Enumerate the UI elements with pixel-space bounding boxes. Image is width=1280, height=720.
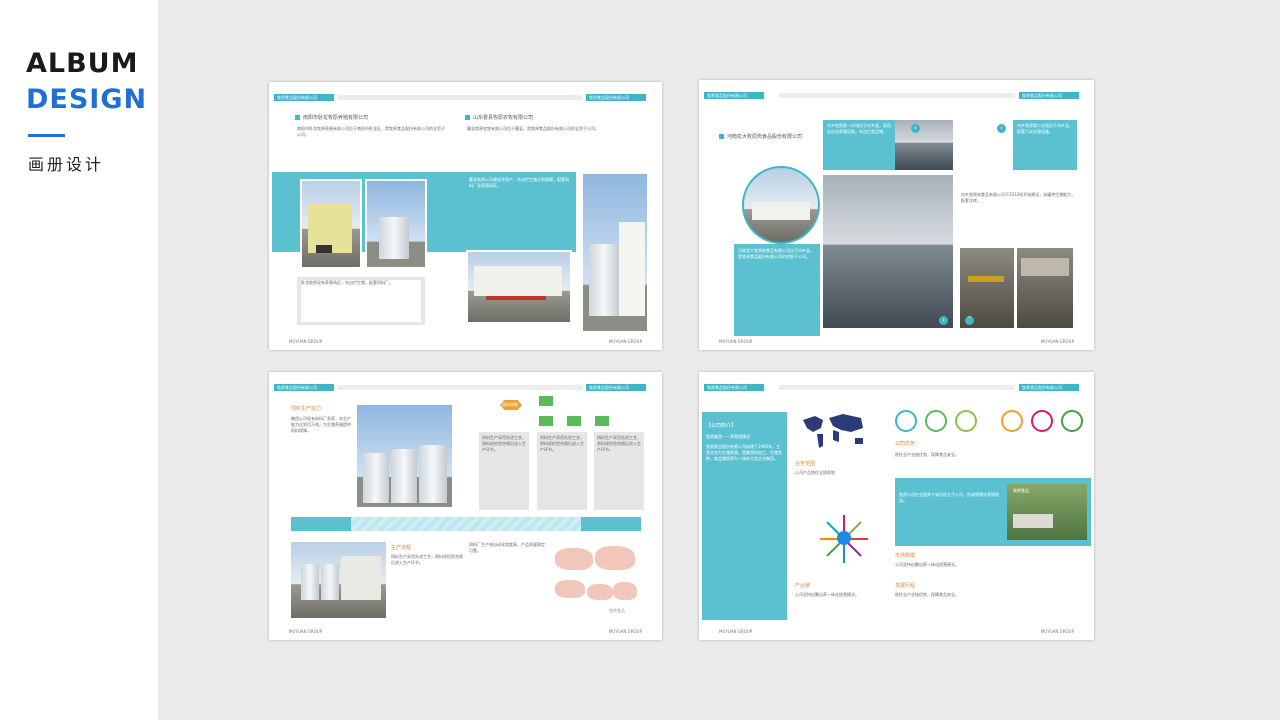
title-accent-bar (28, 134, 65, 137)
square-icon (719, 134, 724, 139)
square-icon (465, 115, 470, 120)
ring-icon-6 (1061, 410, 1083, 432)
right-text: 内乡牧原肉食品有限公司于2013年开始建设，年屠宰生猪能力，配套冷库。 (961, 192, 1076, 203)
right-heading: 山东曹县牧原农牧有限公司 (465, 114, 533, 121)
hub-diagram (817, 512, 871, 566)
footer-right: MUYUAN GROUP (608, 339, 642, 344)
heading-e: 发展历程 (895, 583, 916, 589)
design-title: DESIGN (26, 84, 148, 115)
watermark: 牧原食品 (609, 608, 625, 613)
heading-b: 产业链 (795, 583, 811, 589)
flow-node-1 (539, 396, 553, 406)
farm-photo-label: 牧原食品 (1013, 488, 1029, 493)
intro-text: 牧原食品股份有限公司始建于1992年，主营业务为生猪养殖，是集饲料加工、生猪育种… (706, 444, 782, 461)
ring-icon-3 (955, 410, 977, 432)
header-right: 牧原食品股份有限公司 (586, 384, 646, 391)
interior-photo (1017, 248, 1073, 328)
footer-right: MUYUAN GROUP (1040, 339, 1074, 344)
header-strip (779, 93, 1015, 98)
header-left: 牧原食品股份有限公司 (704, 384, 764, 391)
footer-right: MUYUAN GROUP (608, 629, 642, 634)
text-a: 公司坚持自繁自养一体化经营模式。 (795, 592, 859, 597)
square-icon (295, 115, 300, 120)
footer-right: MUYUAN GROUP (1040, 629, 1074, 634)
intro-subtitle: 牧原集团——养殖规模化 (706, 434, 750, 439)
left-text: 集团公司现有饲料厂多家，年生产能力达到百万吨，为生猪养殖提供饲料保障。 (291, 416, 351, 433)
spread-1[interactable]: 牧原食品股份有限公司 牧原食品股份有限公司 南阳市卧龙牧原养殖有限公司 南阳市卧… (269, 82, 662, 350)
header-strip (779, 385, 1015, 390)
heading: 饲料生产能力 (291, 406, 322, 412)
header-right: 牧原食品股份有限公司 (1019, 384, 1079, 391)
heading-d: 市场规模 (895, 553, 916, 559)
sidebar: ALBUM DESIGN 画册设计 (0, 0, 158, 720)
header-left: 牧原食品股份有限公司 (274, 384, 334, 391)
flow-node-4 (595, 416, 609, 426)
column-3-text: 饲料生产采用先进工艺，原料经检验合格后进入生产环节。 (597, 435, 641, 452)
spread-3[interactable]: 牧原食品股份有限公司 牧原食品股份有限公司 饲料生产能力 集团公司现有饲料厂多家… (269, 372, 662, 640)
barn-photo (895, 120, 953, 170)
ring-icon-2 (925, 410, 947, 432)
footer-left: MUYUAN GROUP (289, 339, 323, 344)
map-caption: 公司产品销往全国各地 (795, 470, 835, 475)
ring-icon-1 (895, 410, 917, 432)
flow-start-label: 原料采购 (502, 402, 518, 407)
circle-text: 河南龙大牧原肉食品有限公司位于内乡县，是牧原食品股份有限公司的控股子公司。 (738, 248, 814, 259)
bottom-text-1: 饲料厂生产线自动化程度高，产品质量稳定可靠。 (469, 542, 545, 553)
chevron-down-icon[interactable]: ˅ (965, 316, 974, 325)
next-arrow-icon[interactable]: › (939, 316, 948, 325)
text-b: 依托全产业链优势，保障食品安全。 (895, 452, 959, 457)
text-c: 公司坚持自繁自养一体化经营模式。 (895, 562, 959, 567)
circle-photo (742, 166, 820, 244)
teal-text: 曹县牧原公司建成并投产，年出栏生猪达到规模，配套饲料厂及养殖场区。 (469, 177, 569, 188)
process-text: 饲料生产采用先进工艺，原料经检验合格后进入生产环节。 (391, 554, 463, 565)
ring-icon-5 (1031, 410, 1053, 432)
left-heading: 南阳市卧龙牧原养殖有限公司 (295, 114, 368, 121)
flow-node-2 (539, 416, 553, 426)
silo-photo (365, 179, 427, 269)
building-photo (300, 179, 362, 269)
band-right (581, 517, 641, 531)
caption-text: 卧龙牧原现有养殖场区，年出栏生猪，配套饲料厂。 (301, 280, 421, 322)
intro-title: 【公司简介】 (706, 423, 737, 429)
band-left (291, 517, 351, 531)
chevron-right-icon[interactable]: › (997, 124, 1006, 133)
teal-box-2-text: 内乡牧原第二分场位于内乡县，配套污水处理设施。 (1017, 123, 1073, 134)
tall-silo-photo (583, 174, 647, 331)
footer-left: MUYUAN GROUP (289, 629, 323, 634)
flow-node-3 (567, 416, 581, 426)
text-d: 依托全产业链优势，保障食品安全。 (895, 592, 959, 597)
column-2-text: 饲料生产采用先进工艺，原料经检验合格后进入生产环节。 (540, 435, 584, 452)
pigs-photo: 牧原食品 (551, 542, 641, 618)
header-right: 牧原食品股份有限公司 (1019, 92, 1079, 99)
footer-left: MUYUAN GROUP (719, 629, 753, 634)
heading-2: 生产流程 (391, 545, 412, 551)
heading-a: 业务范围 (795, 461, 816, 467)
spread-4[interactable]: 牧原食品股份有限公司 牧原食品股份有限公司 【公司简介】 牧原集团——养殖规模化… (699, 372, 1094, 640)
heading-c: 公司优势 (895, 441, 916, 447)
header-right: 牧原食品股份有限公司 (586, 94, 646, 101)
silo-photo (357, 405, 452, 507)
world-map (799, 410, 869, 450)
band-middle (351, 517, 581, 531)
plant-photo (291, 542, 386, 618)
spread-2[interactable]: 牧原食品股份有限公司 牧原食品股份有限公司 河南龙大牧原肉食品股份有限公司 河南… (699, 80, 1094, 350)
column-1-text: 饲料生产采用先进工艺，原料经检验合格后进入生产环节。 (482, 435, 526, 452)
prev-arrow-icon[interactable]: ‹ (911, 124, 920, 133)
left-text: 南阳市卧龙牧原养殖有限公司位于南阳市卧龙区，是牧原食品股份有限公司的全资子公司。 (297, 126, 445, 137)
header-strip (337, 95, 583, 100)
teal-box-1-text: 内乡牧原第一分场位于内乡县，采用自动化养殖设备，年出栏商品猪。 (827, 123, 891, 134)
footer-left: MUYUAN GROUP (719, 339, 753, 344)
factory-photo (466, 250, 572, 324)
ring-icon-4 (1001, 410, 1023, 432)
farm-photo: 牧原食品 (1007, 484, 1087, 540)
album-title: ALBUM (26, 48, 139, 79)
box-text: 牧原公司在全国多个省份设立子公司，形成规模化养殖格局。 (899, 492, 999, 503)
header-left: 牧原食品股份有限公司 (704, 92, 764, 99)
heading: 河南龙大牧原肉食品股份有限公司 (719, 133, 802, 140)
right-text: 曹县牧原农牧有限公司位于曹县，是牧原食品股份有限公司的全资子公司。 (467, 126, 599, 131)
aerial-photo (823, 175, 953, 328)
header-strip (337, 385, 583, 390)
subtitle: 画册设计 (28, 155, 105, 174)
header-left: 牧原食品股份有限公司 (274, 94, 334, 101)
